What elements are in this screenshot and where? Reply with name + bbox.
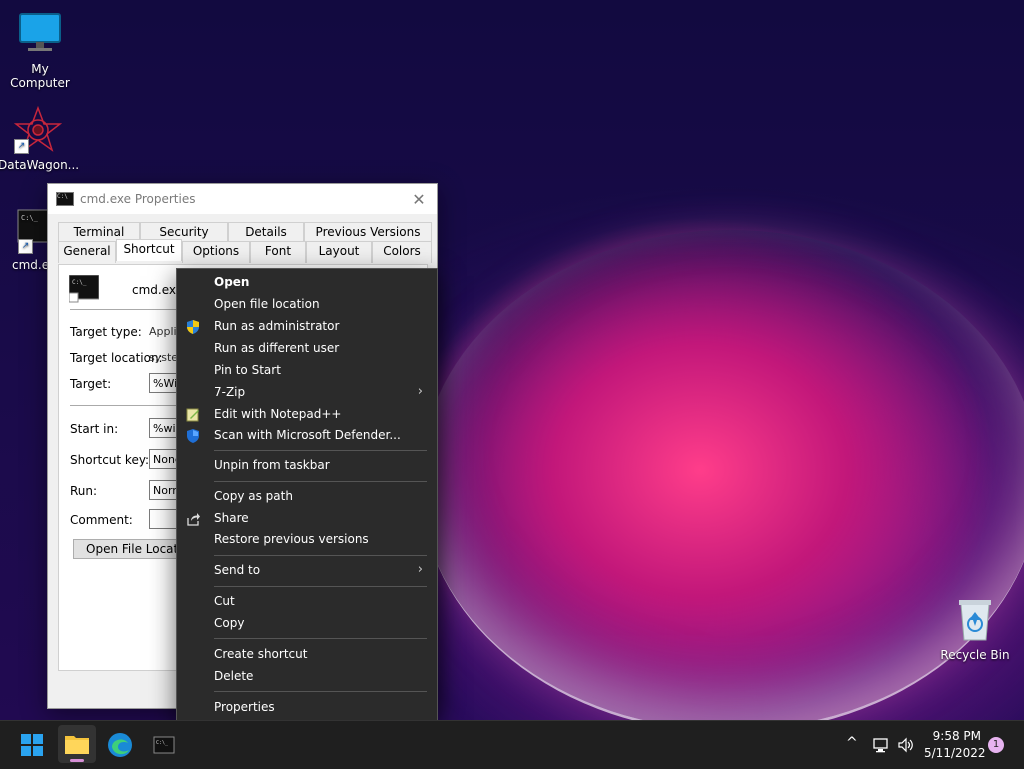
tabs-row-top: Terminal Security Details Previous Versi… — [58, 222, 432, 241]
menu-separator — [214, 450, 427, 451]
menu-separator — [214, 555, 427, 556]
tab-previous-versions[interactable]: Previous Versions — [304, 222, 432, 241]
menu-item-share[interactable]: Share — [177, 507, 437, 529]
notification-badge[interactable]: 1 — [988, 737, 1004, 753]
divider — [70, 309, 180, 310]
window-title: cmd.exe Properties — [80, 192, 196, 206]
target-type-label: Target type: — [70, 325, 142, 339]
clock-time[interactable]: 9:58 PM — [924, 729, 981, 743]
start-in-label: Start in: — [70, 422, 119, 436]
terminal-icon: C:\_ — [68, 274, 100, 303]
menu-separator — [214, 691, 427, 692]
menu-item-restore-previous-versions[interactable]: Restore previous versions — [177, 528, 437, 550]
desktop-icon-label: My Computer — [10, 62, 70, 90]
menu-separator — [214, 481, 427, 482]
desktop-icon-label: Recycle Bin — [940, 648, 1010, 662]
menu-item-send-to[interactable]: Send to › — [177, 559, 437, 581]
menu-item-run-as-different-user[interactable]: Run as different user — [177, 337, 437, 359]
taskbar: C:\_ ^ 9:58 PM 5/11/2022 1 — [0, 720, 1024, 769]
tab-details[interactable]: Details — [228, 222, 304, 241]
defender-icon — [186, 428, 200, 443]
menu-item-run-as-administrator[interactable]: Run as administrator — [177, 315, 437, 337]
desktop-icon-recycle-bin[interactable]: Recycle Bin — [935, 596, 1015, 662]
chevron-right-icon: › — [417, 562, 423, 577]
recycle-bin-icon — [951, 596, 999, 644]
svg-text:C:\_: C:\_ — [72, 279, 87, 286]
target-label: Target: — [70, 377, 112, 391]
notepad-icon — [186, 407, 200, 422]
shortcut-key-label: Shortcut key: — [70, 453, 150, 467]
menu-item-copy[interactable]: Copy — [177, 612, 437, 634]
menu-item-create-shortcut[interactable]: Create shortcut — [177, 643, 437, 665]
menu-item-unpin-from-taskbar[interactable]: Unpin from taskbar — [177, 454, 437, 476]
shortcut-arrow-icon: ↗ — [18, 239, 33, 254]
desktop-icon-datawagon[interactable]: ↗ DataWagon... — [0, 105, 80, 172]
tab-shortcut[interactable]: Shortcut — [116, 239, 182, 261]
chevron-right-icon: › — [417, 384, 423, 399]
windows-logo-icon — [21, 734, 43, 756]
desktop-icon-label: DataWagon... — [0, 158, 80, 172]
menu-item-scan-with-defender[interactable]: Scan with Microsoft Defender... — [177, 424, 437, 446]
menu-separator — [214, 586, 427, 587]
svg-text:C:\_: C:\_ — [21, 214, 39, 222]
edge-icon — [108, 733, 132, 757]
network-icon[interactable] — [872, 736, 890, 757]
share-icon — [186, 511, 200, 526]
menu-item-delete[interactable]: Delete — [177, 665, 437, 687]
tab-general[interactable]: General — [58, 241, 116, 263]
menu-item-7zip[interactable]: 7-Zip › — [177, 381, 437, 403]
taskbar-edge[interactable] — [104, 729, 136, 761]
menu-item-edit-with-notepadpp[interactable]: Edit with Notepad++ — [177, 403, 437, 425]
folder-icon — [65, 736, 89, 762]
menu-item-open[interactable]: Open — [177, 271, 437, 293]
tabs-row-bottom: General Shortcut Options Font Layout Col… — [58, 239, 432, 263]
comment-label: Comment: — [70, 513, 133, 527]
taskbar-cmd[interactable]: C:\_ — [148, 729, 180, 761]
svg-text:C:\_: C:\_ — [156, 740, 169, 746]
menu-item-cut[interactable]: Cut — [177, 590, 437, 612]
desktop-icon-my-computer[interactable]: My Computer — [0, 10, 80, 90]
volume-icon[interactable] — [897, 736, 915, 757]
tab-font[interactable]: Font — [250, 241, 306, 263]
menu-item-open-file-location[interactable]: Open file location — [177, 293, 437, 315]
tab-layout[interactable]: Layout — [306, 241, 372, 263]
terminal-icon: C:\ — [56, 192, 74, 206]
datawagon-logo-icon: ↗ — [13, 105, 63, 154]
menu-separator — [214, 638, 427, 639]
shortcut-arrow-icon: ↗ — [14, 139, 29, 154]
clock-date[interactable]: 5/11/2022 — [924, 746, 986, 760]
taskbar-file-explorer[interactable] — [58, 725, 96, 763]
terminal-icon: C:\_ — [153, 736, 175, 754]
context-menu: Open Open file location Run as administr… — [176, 268, 438, 722]
divider — [70, 405, 180, 406]
tray-overflow-icon[interactable]: ^ — [846, 735, 858, 751]
wallpaper-glow — [420, 230, 1024, 733]
menu-item-pin-to-start[interactable]: Pin to Start — [177, 359, 437, 381]
window-titlebar[interactable]: C:\ cmd.exe Properties ✕ — [48, 184, 437, 214]
menu-item-properties[interactable]: Properties — [177, 696, 437, 718]
close-icon[interactable]: ✕ — [401, 190, 437, 209]
start-button[interactable] — [16, 729, 48, 761]
tab-colors[interactable]: Colors — [372, 241, 432, 263]
menu-item-copy-as-path[interactable]: Copy as path — [177, 485, 437, 507]
monitor-icon — [16, 10, 64, 58]
run-label: Run: — [70, 484, 98, 498]
tab-options[interactable]: Options — [182, 241, 250, 263]
shield-icon — [186, 319, 200, 334]
